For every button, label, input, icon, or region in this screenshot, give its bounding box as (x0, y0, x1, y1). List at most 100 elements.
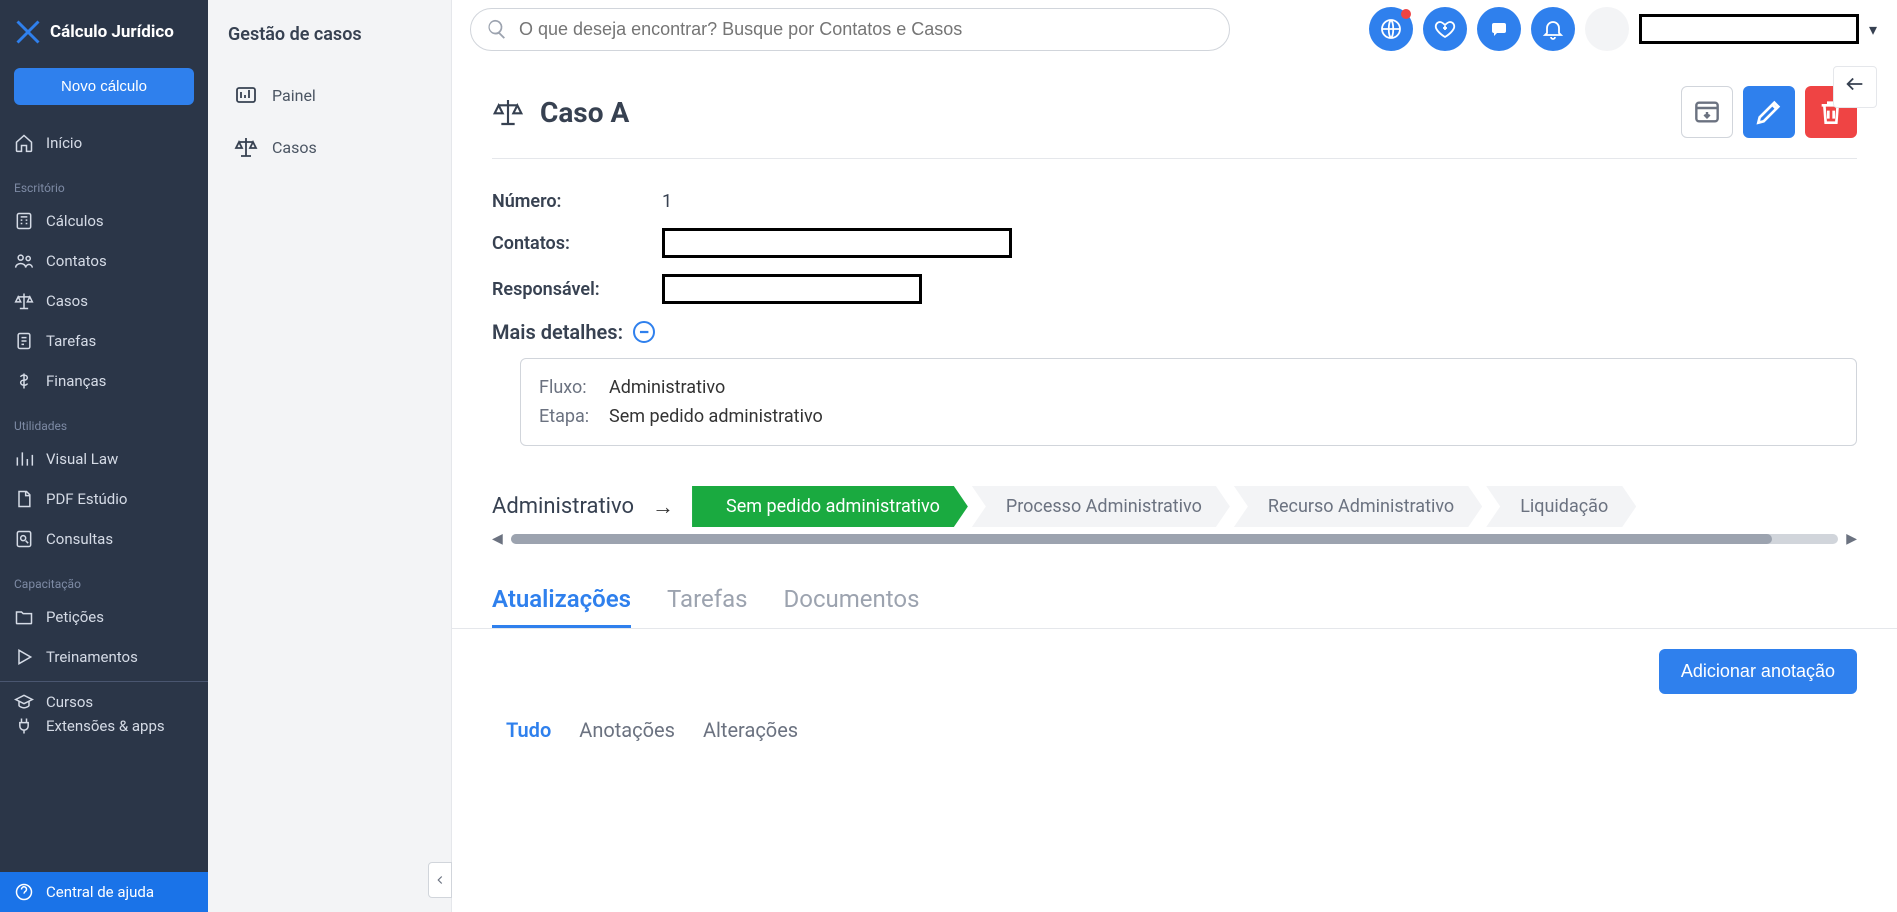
user-menu-chevron[interactable]: ▾ (1869, 20, 1877, 39)
globe-icon (1379, 17, 1403, 41)
top-actions: ▾ (1369, 7, 1877, 51)
scales-icon (234, 135, 258, 159)
nav-label: Treinamentos (46, 648, 138, 666)
archive-button[interactable] (1681, 86, 1733, 138)
nav-label: Início (46, 134, 82, 152)
nav-item-treinamentos[interactable]: Treinamentos (0, 637, 208, 677)
add-annotation-button[interactable]: Adicionar anotação (1659, 649, 1857, 694)
responsavel-value[interactable] (662, 274, 922, 304)
nav-label: Cálculos (46, 212, 104, 230)
stage-1[interactable]: Processo Administrativo (972, 486, 1230, 527)
nav-item-financas[interactable]: Finanças (0, 361, 208, 401)
edit-button[interactable] (1743, 86, 1795, 138)
flow-section: Administrativo → Sem pedido administrati… (452, 456, 1897, 547)
bell-icon (1541, 17, 1565, 41)
subtab-alteracoes[interactable]: Alterações (703, 718, 798, 742)
page-header: Caso A (452, 58, 1897, 148)
nav-item-contatos[interactable]: Contatos (0, 241, 208, 281)
cases-subpanel: Gestão de casos Painel Casos (208, 0, 452, 912)
group-label: Utilidades (0, 409, 208, 439)
chat-button[interactable] (1477, 7, 1521, 51)
contatos-value[interactable] (662, 228, 1012, 258)
group-label: Capacitação (0, 567, 208, 597)
annotation-row: Adicionar anotação (452, 629, 1897, 694)
mais-detalhes-toggle[interactable]: Mais detalhes: − (492, 312, 1857, 344)
page-title: Caso A (540, 96, 629, 129)
nav-label: Finanças (46, 372, 106, 390)
cnis-button[interactable] (1369, 7, 1413, 51)
nav-label: Visual Law (46, 450, 118, 468)
sub-label: Painel (272, 86, 316, 105)
nav-label: Central de ajuda (46, 883, 154, 901)
nav-item-visuallaw[interactable]: Visual Law (0, 439, 208, 479)
grad-cap-icon (14, 692, 34, 712)
help-icon (14, 882, 34, 902)
stage-3[interactable]: Liquidação (1486, 486, 1636, 527)
case-details: Número: 1 Contatos: Responsável: Mais de… (452, 159, 1897, 456)
page-actions (1681, 86, 1857, 138)
nav-item-cursos[interactable]: Cursos (0, 682, 208, 714)
search-icon (486, 18, 508, 40)
archive-icon (1691, 96, 1723, 128)
app-name: Cálculo Jurídico (50, 22, 174, 42)
home-icon (14, 133, 34, 153)
mais-detalhes-label: Mais detalhes: (492, 320, 623, 344)
subpanel-item-painel[interactable]: Painel (228, 69, 431, 121)
tab-tarefas[interactable]: Tarefas (667, 577, 747, 628)
subpanel-title: Gestão de casos (228, 24, 431, 45)
tab-documentos[interactable]: Documentos (784, 577, 920, 628)
avatar[interactable] (1585, 7, 1629, 51)
user-name[interactable] (1639, 14, 1859, 44)
sub-label: Casos (272, 138, 317, 157)
subtab-tudo[interactable]: Tudo (506, 718, 551, 742)
scales-icon (14, 291, 34, 311)
notifications-button[interactable] (1531, 7, 1575, 51)
play-icon (14, 647, 34, 667)
nav-item-consultas[interactable]: Consultas (0, 519, 208, 559)
scroll-right-icon[interactable]: ▶ (1846, 531, 1857, 547)
money-icon (14, 371, 34, 391)
heart-plus-icon (1433, 17, 1457, 41)
collapse-icon: − (633, 321, 655, 343)
tasks-icon (14, 331, 34, 351)
subpanel-item-casos[interactable]: Casos (228, 121, 431, 173)
new-calc-button[interactable]: Novo cálculo (14, 68, 194, 105)
nav-item-extensoes[interactable]: Extensões & apps (0, 714, 208, 746)
search-file-icon (14, 529, 34, 549)
content: Caso A Número: 1 Contatos: Responsável: (452, 58, 1897, 912)
nav-item-calculos[interactable]: Cálculos (0, 201, 208, 241)
scroll-left-icon[interactable]: ◀ (492, 531, 503, 547)
tab-atualizacoes[interactable]: Atualizações (492, 577, 631, 628)
nav-label: Contatos (46, 252, 107, 270)
stage-2[interactable]: Recurso Administrativo (1234, 486, 1482, 527)
nav-top: Início (0, 119, 208, 167)
pencil-icon (1753, 96, 1785, 128)
stage-scrollbar[interactable]: ◀ ▶ (492, 531, 1857, 547)
arrow-left-icon (1844, 73, 1866, 95)
back-button[interactable] (1833, 66, 1877, 108)
collapse-subpanel-button[interactable] (428, 862, 452, 898)
group-capacitacao: Capacitação Petições Treinamentos Cursos… (0, 563, 208, 750)
chat-icon (1487, 17, 1511, 41)
annotation-subtabs: Tudo Anotações Alterações (452, 694, 1897, 742)
scales-icon (492, 96, 524, 128)
subtab-anotacoes[interactable]: Anotações (579, 718, 675, 742)
search-input[interactable] (470, 8, 1230, 51)
nav-item-help[interactable]: Central de ajuda (0, 872, 208, 912)
case-tabs: Atualizações Tarefas Documentos (452, 547, 1897, 629)
nav-item-casos[interactable]: Casos (0, 281, 208, 321)
scroll-track[interactable] (511, 534, 1838, 544)
fluxo-value: Administrativo (609, 377, 725, 398)
nav-item-tarefas[interactable]: Tarefas (0, 321, 208, 361)
etapa-value: Sem pedido administrativo (609, 406, 823, 427)
stage-0[interactable]: Sem pedido administrativo (692, 486, 968, 527)
nav-item-pdf[interactable]: PDF Estúdio (0, 479, 208, 519)
heart-add-button[interactable] (1423, 7, 1467, 51)
folder-icon (14, 607, 34, 627)
nav-item-inicio[interactable]: Início (0, 123, 208, 163)
nav-item-peticoes[interactable]: Petições (0, 597, 208, 637)
details-box: Fluxo: Administrativo Etapa: Sem pedido … (520, 358, 1857, 446)
numero-value: 1 (662, 191, 672, 212)
nav-label: Tarefas (46, 332, 96, 350)
contatos-label: Contatos: (492, 233, 622, 254)
